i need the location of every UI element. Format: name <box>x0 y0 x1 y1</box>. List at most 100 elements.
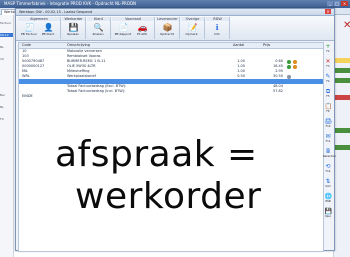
status-bar-green <box>334 145 350 150</box>
toolbar-button-label: F10 <box>325 125 331 128</box>
background-list-item[interactable]: Ber <box>0 93 13 97</box>
toolbar-button-add[interactable]: + F2 <box>323 44 333 55</box>
dialog-title: Werkbon GW - 00.02.15 - Laatst Geopend <box>19 10 93 14</box>
ribbon-group: RDW ℹ Info <box>206 17 230 39</box>
col-description[interactable]: Omschrijving <box>67 43 90 48</box>
ribbon-button-search[interactable]: 🔍 Zoeken <box>89 22 107 39</box>
ribbon-button-note[interactable]: 📝 Opmerk. <box>183 22 201 39</box>
ribbon-group-label: Overige <box>181 17 204 21</box>
check-icon <box>287 64 291 69</box>
toolbar-button-print[interactable]: 🖨 F10 <box>323 119 333 130</box>
toolbar-button-edit[interactable]: ✎ F4 <box>323 74 333 85</box>
ribbon-button-customer[interactable]: 👤 PB Klant <box>39 22 57 39</box>
close-icon[interactable]: × <box>341 1 348 6</box>
car-icon: 🚗 <box>137 23 148 32</box>
ribbon-button-save[interactable]: 💾 Opslaan <box>64 22 82 39</box>
search-icon: 🔍 <box>93 23 104 32</box>
toolbar-button-paste[interactable]: 📋 F6 <box>323 104 333 115</box>
background-list-item[interactable]: NL <box>0 45 13 49</box>
invoice-icon: 🧾 <box>24 23 35 32</box>
ribbon: Algemeen 🧾 PB Factuur 👤 PB Klant Werkorder 💾 Op… <box>16 16 334 41</box>
ribbon-group: Klant 🔍 Zoeken <box>87 17 111 39</box>
order-icon: 📦 <box>162 23 173 32</box>
overlay-line-1: afspraak = <box>55 134 258 175</box>
background-list-item[interactable] <box>0 81 13 85</box>
toolbar-button-globe[interactable]: 🌐 NSB <box>323 194 333 205</box>
dialog-titlebar: Werkbon GW - 00.02.15 - Laatst Geopend × <box>16 9 334 16</box>
maximize-icon[interactable]: □ <box>334 1 340 6</box>
warn-icon <box>293 59 297 64</box>
toolbar-button-label: NSB <box>325 200 331 203</box>
ribbon-button-label: Opslaan <box>66 32 80 36</box>
toolbar-button-label: F5 <box>326 95 330 98</box>
ribbon-group-label: Leverancier <box>156 17 179 21</box>
overlay-caption: afspraak = werkorder <box>55 135 315 217</box>
col-code[interactable]: Code <box>22 43 31 48</box>
ribbon-button-invoice[interactable]: 🧾 PB Factuur <box>20 22 38 39</box>
ribbon-button-car[interactable]: 🚗 PT-APK <box>133 22 151 39</box>
ribbon-group-label: Werkorder <box>62 17 85 21</box>
background-list-item[interactable] <box>0 69 13 73</box>
status-bar-green <box>334 128 350 133</box>
customer-icon: 👤 <box>43 23 54 32</box>
toolbar-button-calculator[interactable]: 🖩 Rekentool <box>323 149 336 160</box>
toolbar-button-label: F11 <box>325 140 331 143</box>
toolbar-button-history[interactable]: ⟲ F12 <box>323 164 333 175</box>
background-list-item[interactable]: NL <box>0 105 13 109</box>
ribbon-button-order[interactable]: 📦 Opdracht <box>158 22 176 39</box>
ribbon-button-label: Opdracht <box>160 32 174 36</box>
ribbon-group-label: Klant <box>87 17 110 21</box>
background-list-item[interactable]: Factuur <box>0 21 13 25</box>
toolbar-button-label: F3 <box>326 65 330 68</box>
ribbon-group: Overige 📝 Opmerk. <box>181 17 205 39</box>
ribbon-group-label: Voorraad <box>112 17 154 21</box>
close-panel-icon[interactable]: ✕ <box>343 21 350 31</box>
close-icon[interactable]: × <box>325 9 331 14</box>
toolbar-button-mail[interactable]: ✉ F11 <box>323 134 333 145</box>
ribbon-button-label: PT-APK <box>136 32 148 36</box>
toolbar-button-delete[interactable]: ✕ F3 <box>323 59 333 70</box>
toolbar-button-copy[interactable]: ⧉ F5 <box>323 89 333 100</box>
ribbon-group: Werkorder 💾 Opslaan <box>62 17 86 39</box>
toolbar-button-disk[interactable]: 💾 Opsl. <box>323 209 333 220</box>
ribbon-button-info[interactable]: ℹ Info <box>208 22 226 39</box>
clock-icon <box>287 74 291 79</box>
toolbar-button-label: F4 <box>326 80 330 83</box>
report-icon: 📄 <box>118 23 129 32</box>
toolbar-button-label: F12 <box>325 170 331 173</box>
status-bar-yellow <box>334 58 350 63</box>
minimize-icon[interactable]: _ <box>327 1 333 6</box>
col-amount[interactable]: Aantal <box>233 43 244 48</box>
ribbon-button-label: PB Factuur <box>21 32 37 36</box>
check-icon <box>287 59 291 64</box>
overlay-line-2: werkorder <box>75 176 262 217</box>
ribbon-group-label: Algemeen <box>18 17 60 21</box>
background-side-panel <box>333 15 350 257</box>
warn-icon <box>293 64 297 69</box>
ribbon-button-label: Zoeken <box>92 32 104 36</box>
ribbon-button-label: PB Klant <box>41 32 55 36</box>
background-list-item[interactable]: F0 <box>0 117 13 121</box>
toolbar-button-label: F6 <box>326 110 330 113</box>
background-list: Factuur 09:12 NL 10 Ber NL F0 <box>0 15 14 257</box>
status-bar-red <box>334 95 350 100</box>
info-icon: ℹ <box>215 23 219 32</box>
col-price[interactable]: Prijs <box>263 43 270 48</box>
toolbar-button-sort[interactable]: ⇅ Sort <box>323 179 333 190</box>
ribbon-button-report[interactable]: 📄 PB Rapport <box>114 22 132 39</box>
ribbon-button-label: PB Rapport <box>114 32 132 36</box>
ribbon-button-label: Opmerk. <box>185 32 199 36</box>
note-icon: 📝 <box>187 23 198 32</box>
status-bar-green <box>334 68 350 73</box>
background-list-item[interactable]: 10 <box>0 57 13 61</box>
right-toolbar: + F2 ✕ F3 ✎ F4 ⧉ F5 📋 F6 🖨 F10 ✉ F11 🖩 Rekentool ⟲ F12 ⇅ So… <box>323 42 336 250</box>
ribbon-button-label: Info <box>214 32 220 36</box>
ribbon-group: Algemeen 🧾 PB Factuur 👤 PB Klant <box>18 17 61 39</box>
ribbon-group-label: RDW <box>206 17 229 21</box>
background-list-item[interactable]: 09:12 <box>0 33 13 37</box>
save-icon: 💾 <box>68 23 79 32</box>
toolbar-button-label: F2 <box>326 50 330 53</box>
ribbon-group: Voorraad 📄 PB Rapport 🚗 PT-APK <box>112 17 155 39</box>
table-row[interactable]: EINDE <box>19 94 323 99</box>
toolbar-button-label: Opsl. <box>324 215 332 218</box>
